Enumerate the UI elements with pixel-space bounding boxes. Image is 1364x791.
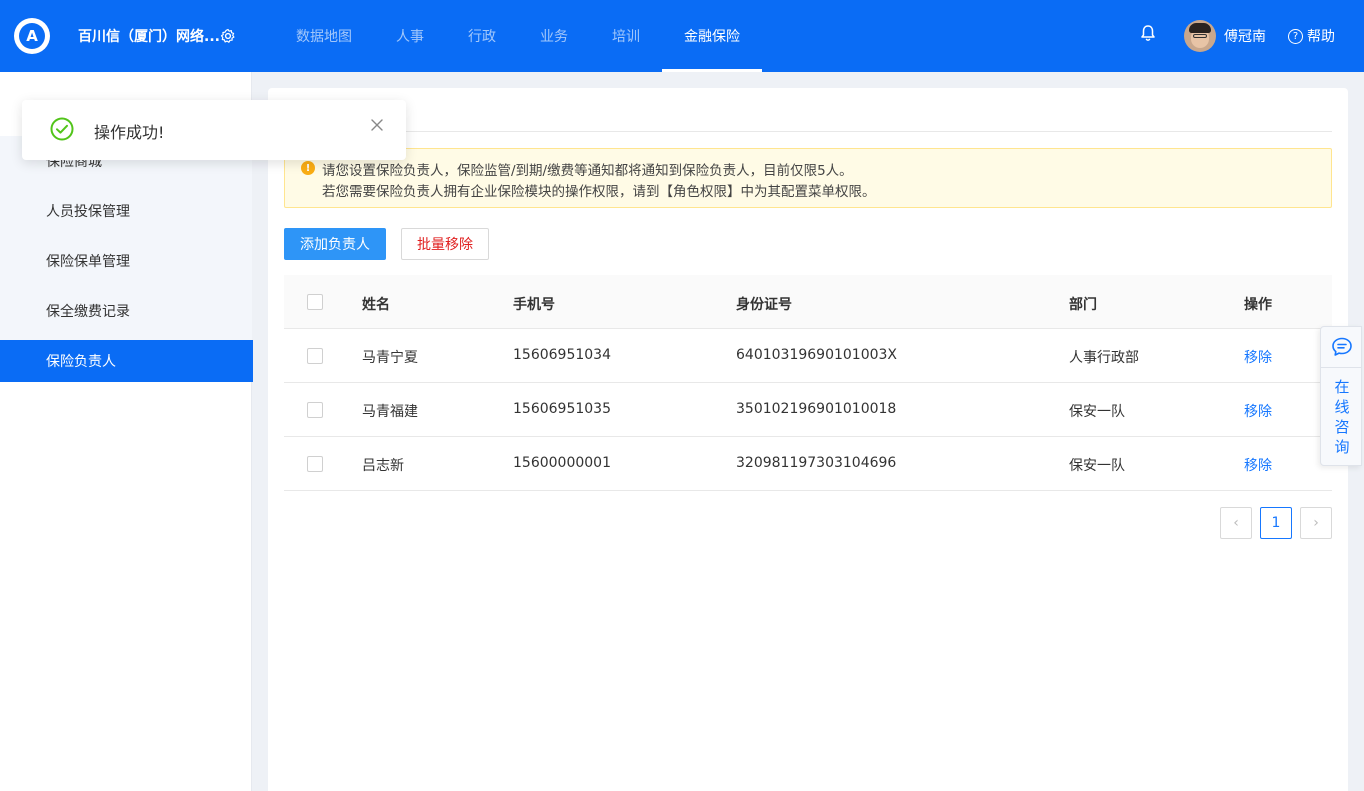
alert-line-2: 若您需要保险负责人拥有企业保险模块的操作权限，请到【角色权限】中为其配置菜单权限…	[322, 184, 876, 200]
column-header-name: 姓名	[362, 297, 390, 313]
cell-id-number: 64010319690101003X	[736, 347, 898, 363]
top-header: A 百川信（厦门）网络... 数据地图 人事 行政 业务 培训 金融保险 傅冠南…	[0, 0, 1364, 72]
consult-divider	[1321, 367, 1361, 368]
help-label: 帮助	[1307, 29, 1335, 45]
prev-page-button[interactable]: ‹	[1220, 507, 1252, 539]
column-header-id-number: 身份证号	[736, 297, 792, 313]
company-name[interactable]: 百川信（厦门）网络...	[78, 26, 220, 46]
avatar[interactable]	[1184, 20, 1216, 52]
help-link[interactable]: ? 帮助	[1288, 26, 1335, 46]
remove-link[interactable]: 移除	[1244, 347, 1272, 367]
avatar-hair	[1189, 23, 1211, 33]
sidebar-item-policy-management[interactable]: 保险保单管理	[0, 240, 252, 282]
cell-id-number: 350102196901010018	[736, 401, 897, 417]
nav-data-map[interactable]: 数据地图	[274, 0, 374, 72]
online-consult-button[interactable]: 在线咨询	[1320, 326, 1362, 466]
page-number-current[interactable]: 1	[1260, 507, 1292, 539]
nav-finance-insurance[interactable]: 金融保险	[662, 0, 762, 72]
row-checkbox[interactable]	[307, 456, 323, 472]
cell-phone: 15600000001	[513, 455, 611, 471]
warning-icon: !	[301, 161, 315, 175]
close-icon[interactable]	[370, 118, 384, 132]
cell-id-number: 320981197303104696	[736, 455, 897, 471]
chat-icon	[1332, 337, 1352, 356]
success-check-icon	[50, 117, 74, 141]
batch-remove-button[interactable]: 批量移除	[401, 228, 489, 260]
alert-line-1: 请您设置保险负责人，保险监管/到期/缴费等通知都将通知到保险负责人，目前仅限5人…	[322, 163, 853, 179]
app-logo[interactable]: A	[14, 18, 50, 54]
cell-department: 保安一队	[1069, 458, 1125, 474]
avatar-glasses	[1193, 34, 1207, 38]
cell-phone: 15606951034	[513, 347, 611, 363]
bell-icon[interactable]	[1140, 24, 1156, 42]
user-name[interactable]: 傅冠南	[1224, 26, 1266, 46]
logo-mark: A	[19, 23, 45, 49]
row-checkbox[interactable]	[307, 348, 323, 364]
consult-label: 在线咨询	[1334, 378, 1350, 456]
column-header-action: 操作	[1244, 297, 1272, 313]
sidebar-item-payment-records[interactable]: 保全缴费记录	[0, 290, 252, 332]
nav-hr[interactable]: 人事	[374, 0, 446, 72]
select-all-checkbox[interactable]	[307, 294, 323, 310]
row-checkbox[interactable]	[307, 402, 323, 418]
remove-link[interactable]: 移除	[1244, 401, 1272, 421]
remove-link[interactable]: 移除	[1244, 455, 1272, 475]
sidebar-item-staff-insurance[interactable]: 人员投保管理	[0, 190, 252, 232]
help-icon: ?	[1288, 28, 1303, 44]
card-divider	[284, 131, 1332, 132]
cell-department: 保安一队	[1069, 404, 1125, 420]
column-header-phone: 手机号	[513, 297, 555, 313]
column-header-department: 部门	[1069, 297, 1097, 313]
sidebar-item-insurance-manager[interactable]: 保险负责人	[0, 340, 253, 382]
toast-message: 操作成功!	[94, 123, 165, 142]
nav-admin[interactable]: 行政	[446, 0, 518, 72]
table-header	[284, 275, 1332, 329]
cell-name: 马青福建	[362, 404, 418, 420]
add-manager-button[interactable]: 添加负责人	[284, 228, 386, 260]
nav-business[interactable]: 业务	[518, 0, 590, 72]
cell-name: 马青宁夏	[362, 350, 418, 366]
cell-name: 吕志新	[362, 458, 404, 474]
main-nav: 数据地图 人事 行政 业务 培训 金融保险	[274, 0, 762, 72]
nav-training[interactable]: 培训	[590, 0, 662, 72]
cell-phone: 15606951035	[513, 401, 611, 417]
success-toast	[22, 100, 406, 160]
cell-department: 人事行政部	[1069, 350, 1139, 366]
next-page-button[interactable]: ›	[1300, 507, 1332, 539]
gear-icon[interactable]	[220, 28, 236, 44]
